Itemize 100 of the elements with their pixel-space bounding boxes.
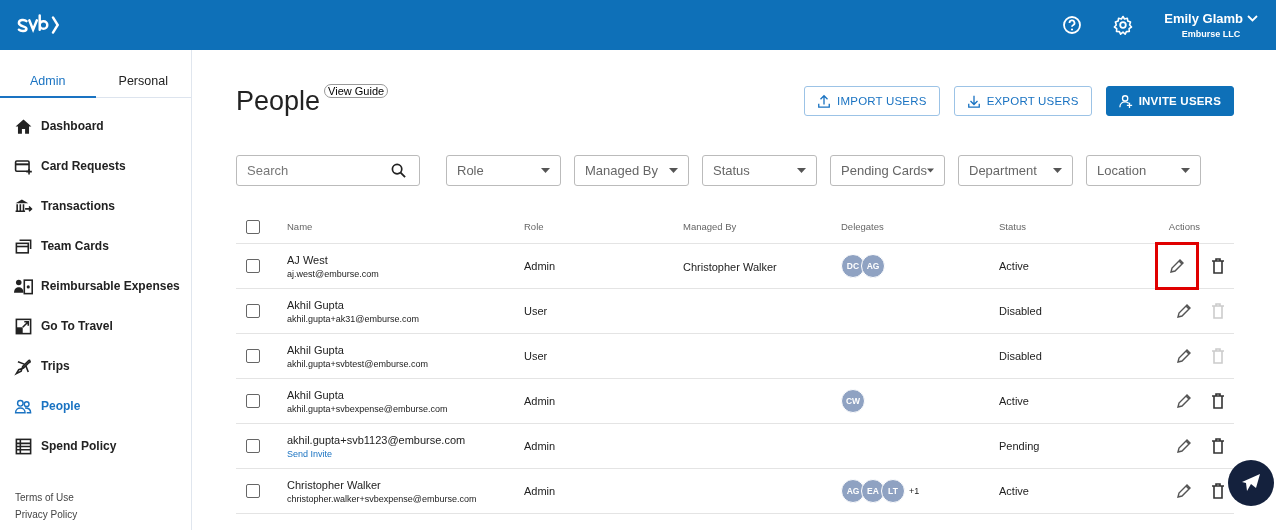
pencil-icon	[1175, 347, 1193, 365]
column-header: Name	[287, 221, 314, 232]
row-checkbox[interactable]	[246, 394, 260, 408]
page-title: People	[236, 85, 321, 117]
pencil-icon	[1175, 437, 1193, 455]
nav-item[interactable]: Transactions	[0, 186, 191, 226]
delegate-avatar: AG	[861, 254, 885, 278]
user-name: Akhil Gupta	[287, 388, 345, 401]
pencil-icon	[1175, 392, 1193, 410]
role-cell-text: Admin	[524, 260, 557, 272]
chevron-down-icon[interactable]	[1247, 15, 1258, 22]
nav-item[interactable]: Team Cards	[0, 226, 191, 266]
role-cell-text: Admin	[524, 440, 557, 452]
column-header: Actions	[1167, 221, 1201, 232]
user-name: akhil.gupta+svb1123@emburse.com	[287, 433, 467, 446]
role-cell-text: User	[524, 350, 549, 362]
status-cell-text: Disabled	[999, 305, 1043, 317]
delegate-avatar: LT	[881, 479, 905, 503]
more-delegates-count: +1	[909, 486, 920, 496]
filter-dropdown[interactable]: Department	[958, 155, 1073, 186]
caret-icon	[1181, 168, 1190, 173]
filter-dropdown[interactable]: Status	[702, 155, 817, 186]
list-icon	[14, 436, 33, 456]
filter-dropdown[interactable]: Role	[446, 155, 561, 186]
help-icon[interactable]	[1062, 15, 1083, 35]
download-icon	[966, 94, 981, 108]
row-checkbox[interactable]	[246, 484, 260, 498]
nav-item[interactable]: Spend Policy	[0, 426, 191, 466]
user-email: akhil.gupta+svbexpense@emburse.com	[287, 403, 449, 414]
user-email: akhil.gupta+ak31@emburse.com	[287, 313, 420, 324]
status-cell-text: Active	[999, 485, 1030, 497]
user-name: Akhil Gupta	[287, 343, 345, 356]
chat-button[interactable]	[1228, 460, 1274, 506]
company-name: Emburse LLC	[1181, 29, 1241, 39]
trash-icon	[1209, 437, 1227, 455]
upload-icon	[817, 94, 832, 108]
trash-icon	[1209, 302, 1227, 320]
trash-icon	[1209, 257, 1227, 275]
row-checkbox[interactable]	[246, 304, 260, 318]
user-name[interactable]: Emily Glamb	[1164, 11, 1243, 26]
trash-icon	[1209, 347, 1227, 365]
view-guide-button[interactable]: View Guide	[324, 84, 389, 98]
user-email: christopher.walker+svbexpense@emburse.com	[287, 493, 478, 504]
column-header: Role	[524, 221, 545, 232]
column-header: Status	[999, 221, 1027, 232]
search-icon	[391, 163, 406, 178]
delegate-avatar: AG	[841, 479, 865, 503]
nav-item[interactable]: Trips	[0, 346, 191, 386]
user-add-icon	[1118, 94, 1133, 108]
role-cell-text: User	[524, 305, 549, 317]
nav-item[interactable]: Go To Travel	[0, 306, 191, 346]
select-all-checkbox[interactable]	[246, 219, 260, 234]
nav-item[interactable]: Card Requests	[0, 146, 191, 186]
delegate-avatar: DC	[841, 254, 865, 278]
role-cell-text: Admin	[524, 395, 557, 407]
status-cell-text: Active	[999, 260, 1030, 272]
edit-button[interactable]	[1158, 245, 1196, 287]
settings-icon[interactable]	[1113, 15, 1134, 35]
user-name: Christopher Walker	[287, 478, 382, 491]
filter-dropdown[interactable]: Pending Cards	[830, 155, 945, 186]
column-header: Delegates	[841, 221, 885, 232]
import-button[interactable]: IMPORT USERS	[804, 86, 940, 116]
home-icon	[14, 116, 33, 136]
row-checkbox[interactable]	[246, 439, 260, 453]
footer-link[interactable]: Privacy Policy	[15, 509, 191, 520]
pencil-icon	[1168, 257, 1186, 275]
delegate-avatar: EA	[861, 479, 885, 503]
status-cell-text: Disabled	[999, 350, 1043, 362]
delegate-avatar: CW	[841, 389, 865, 413]
user-name: Akhil Gupta	[287, 298, 345, 311]
status-cell-text: Pending	[999, 440, 1041, 452]
filter-dropdown[interactable]: Location	[1086, 155, 1201, 186]
footer-link[interactable]: Terms of Use	[15, 492, 191, 503]
row-checkbox[interactable]	[246, 259, 260, 273]
nav-item[interactable]: Reimbursable Expenses	[0, 266, 191, 306]
row-checkbox[interactable]	[246, 349, 260, 363]
invite-button[interactable]: INVITE USERS	[1105, 86, 1234, 116]
export-button[interactable]: EXPORT USERS	[953, 86, 1092, 116]
manager-cell: Christopher Walker	[683, 261, 777, 273]
sidebar-tab[interactable]: Admin	[0, 66, 96, 98]
pencil-icon	[1175, 482, 1193, 500]
nav-item[interactable]: People	[0, 386, 191, 426]
user-name: AJ West	[287, 253, 329, 266]
status-cell-text: Active	[999, 395, 1030, 407]
caret-icon	[669, 168, 678, 173]
user-email: aj.west@emburse.com	[287, 268, 380, 279]
nav-item[interactable]: Dashboard	[0, 106, 191, 146]
sidebar-tab[interactable]: Personal	[95, 66, 191, 98]
caret-icon	[541, 168, 550, 173]
role-cell-text: Admin	[524, 485, 557, 497]
search-field[interactable]: Search	[236, 155, 420, 186]
trash-icon	[1209, 482, 1227, 500]
trash-icon	[1209, 392, 1227, 410]
filter-dropdown[interactable]: Managed By	[574, 155, 689, 186]
external-icon	[14, 316, 33, 336]
caret-icon	[927, 168, 934, 173]
send-invite-link[interactable]: Send Invite	[287, 448, 524, 459]
cards-icon	[14, 236, 33, 256]
caret-icon	[1053, 168, 1062, 173]
column-header: Managed By	[683, 221, 738, 232]
